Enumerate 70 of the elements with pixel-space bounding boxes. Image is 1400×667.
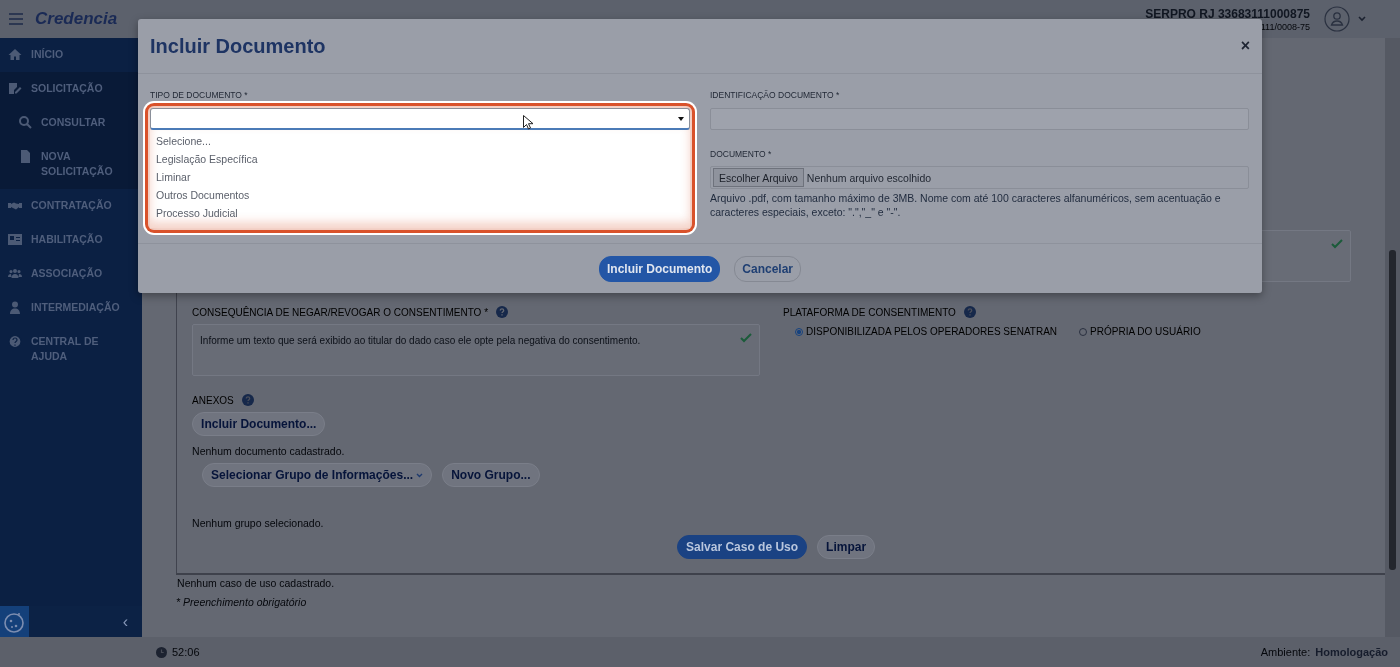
required-note: * Preenchimento obrigatório	[176, 596, 308, 608]
caret-icon	[678, 117, 684, 121]
radio-label: DISPONIBILIZADA PELOS OPERADORES SENATRAN	[806, 326, 1058, 337]
search-icon	[19, 116, 32, 129]
empty-message: Nenhum grupo selecionado.	[192, 517, 325, 529]
field-label: DOCUMENTO *	[710, 149, 772, 159]
field-label: TIPO DE DOCUMENTO *	[150, 90, 248, 100]
cancel-button[interactable]: Cancelar	[734, 255, 801, 282]
logo: Credencia	[35, 9, 118, 29]
submit-button[interactable]: Incluir Documento	[598, 255, 721, 282]
field-label: ANEXOS	[192, 394, 234, 406]
field-label: CONSEQUÊNCIA DE NEGAR/REVOGAR O CONSENTIMENTO *	[192, 306, 489, 318]
field-label: IDENTIFICAÇÃO DOCUMENTO *	[710, 90, 840, 100]
sidebar-item[interactable]: CONTRATAÇÃO	[0, 189, 143, 223]
card-icon	[8, 233, 22, 246]
session-timer: 52:06	[172, 646, 200, 658]
sidebar-subitem[interactable]: CONSULTAR	[0, 106, 143, 140]
empty-message: Nenhum documento cadastrado.	[192, 445, 346, 457]
new-group-button[interactable]: Novo Grupo...	[442, 463, 540, 487]
check-icon	[740, 333, 753, 343]
dropdown-option[interactable]: Selecione...	[150, 132, 690, 150]
dropdown-option[interactable]: Liminar	[150, 168, 690, 186]
dropdown-option[interactable]: Outros Documentos	[150, 186, 690, 204]
clock-icon	[156, 646, 167, 658]
dropdown-option[interactable]: Legislação Específica	[150, 150, 690, 168]
close-button[interactable]: ×	[1240, 37, 1250, 55]
field-label: PLATAFORMA DE CONSENTIMENTO	[783, 306, 956, 318]
sidebar-item[interactable]: SOLICITAÇÃO	[0, 72, 143, 106]
environment-name: Homologação	[1315, 646, 1388, 658]
clear-button[interactable]: Limpar	[817, 535, 876, 559]
scrollbar-thumb[interactable]	[1389, 250, 1397, 570]
edit-icon	[8, 82, 22, 95]
caret-icon[interactable]	[1358, 16, 1366, 22]
sidebar-item[interactable]: HABILITAÇÃO	[0, 223, 143, 257]
help-icon[interactable]	[241, 394, 254, 406]
check-icon	[1331, 239, 1344, 249]
file-field[interactable]: Escolher Arquivo Nenhum arquivo escolhido	[710, 166, 1249, 189]
sidebar-item[interactable]: CENTRAL DE AJUDA	[0, 325, 143, 374]
dialog-title: Incluir Documento	[150, 34, 326, 58]
sidebar-item[interactable]: INTERMEDIAÇÃO	[0, 291, 143, 325]
help-icon	[8, 335, 22, 348]
textarea-field[interactable]: Informe um texto que será exibido ao titular do dado caso ele opte pela negativa do consentimento.	[192, 324, 761, 376]
save-button[interactable]: Salvar Caso de Uso	[677, 535, 808, 559]
dropdown-option[interactable]: Processo Judicial	[150, 204, 690, 222]
menu-icon[interactable]	[9, 13, 23, 25]
sidebar-item[interactable]: INÍCIO	[0, 38, 143, 72]
document-type-select[interactable]	[150, 108, 690, 130]
radio-label: PRÓPRIA DO USUÁRIO	[1090, 326, 1201, 337]
select-group-dropdown[interactable]: Selecionar Grupo de Informações...	[202, 463, 433, 487]
help-icon[interactable]	[963, 306, 976, 318]
chevron-icon	[416, 472, 424, 478]
user-name: SERPRO RJ 33683111000875	[1145, 6, 1310, 21]
group-icon	[8, 267, 22, 280]
environment-label: Ambiente:	[1260, 646, 1311, 658]
collapse-toggle[interactable]: ‹	[122, 612, 129, 631]
person-icon	[8, 301, 22, 314]
sidebar-item[interactable]: ASSOCIAÇÃO	[0, 257, 143, 291]
help-text: Arquivo .pdf, com tamanho máximo de 3MB. Nome com até 100 caracteres alfanuméricos, sem acentuação e caracteres especiais, exceto: ".","_" e "-".	[710, 191, 1222, 219]
radio-button[interactable]	[795, 327, 804, 336]
file-status: Nenhum arquivo escolhido	[806, 171, 932, 184]
help-icon[interactable]	[496, 306, 509, 318]
sidebar-subitem[interactable]: NOVA SOLICITAÇÃO	[0, 140, 143, 189]
empty-message: Nenhum caso de uso cadastrado.	[176, 577, 336, 589]
choose-file-button[interactable]: Escolher Arquivo	[713, 168, 804, 187]
cookie-icon[interactable]	[0, 606, 29, 637]
add-document-button[interactable]: Incluir Documento...	[192, 412, 326, 436]
avatar-icon[interactable]	[1324, 6, 1350, 32]
user-id: 111/0008-75	[1260, 21, 1310, 32]
home-icon	[8, 48, 22, 61]
file-icon	[19, 150, 32, 163]
